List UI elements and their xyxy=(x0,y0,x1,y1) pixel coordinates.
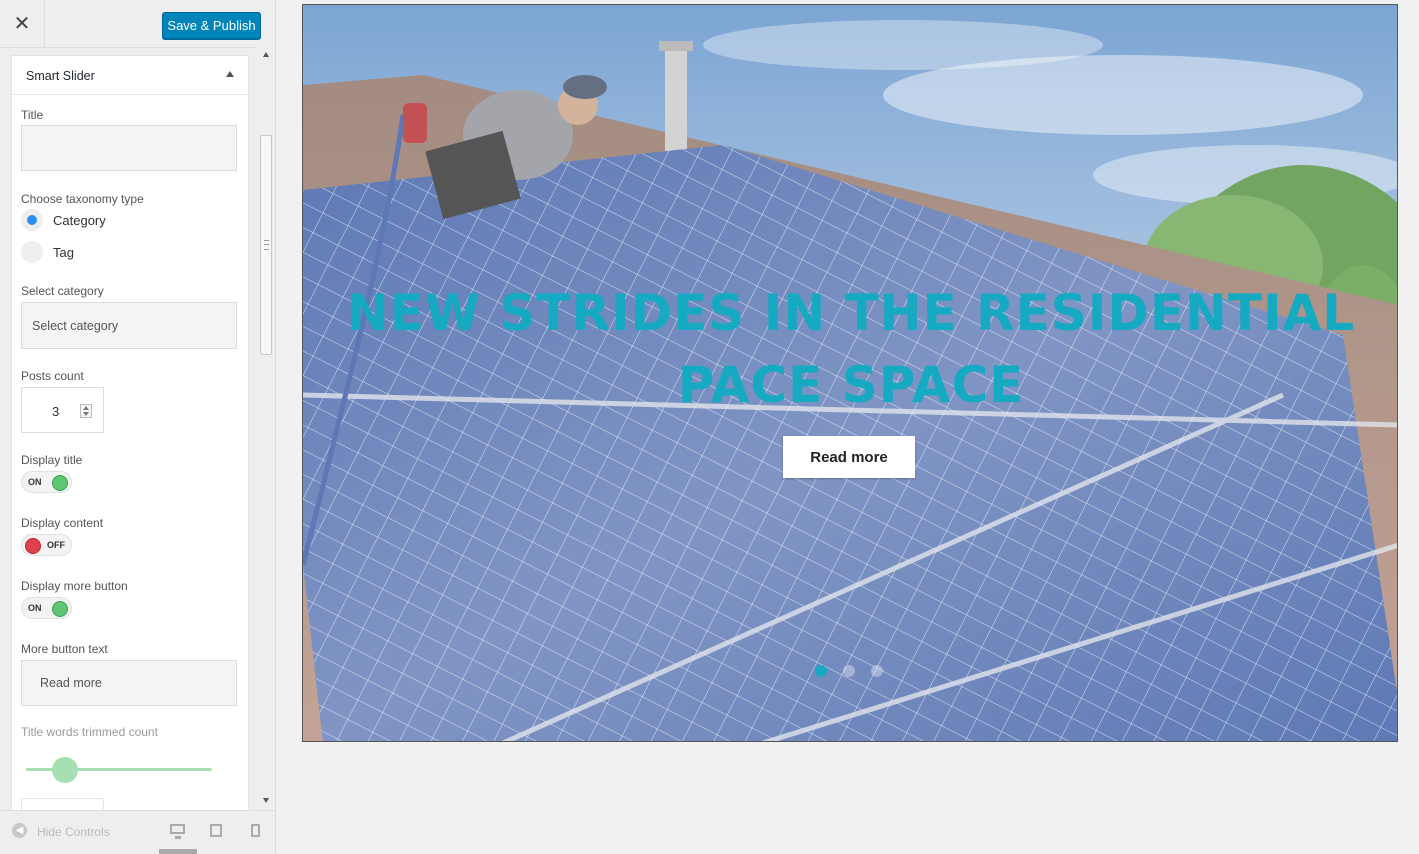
slider-dot-1[interactable] xyxy=(815,665,827,677)
radio-category[interactable] xyxy=(21,209,43,231)
collapse-up-icon[interactable] xyxy=(226,71,234,77)
hide-controls-icon[interactable]: ◀ xyxy=(12,823,27,838)
display-more-toggle[interactable]: ON xyxy=(21,597,72,619)
preview-area: NEW STRIDES IN THE RESIDENTIAL PACE SPAC… xyxy=(276,0,1419,854)
smart-slider-section: Smart Slider Title Choose taxonomy type … xyxy=(11,55,249,827)
display-content-toggle[interactable]: OFF xyxy=(21,534,72,556)
radio-tag-label: Tag xyxy=(53,245,74,260)
save-publish-button[interactable]: Save & Publish xyxy=(162,12,261,39)
radio-tag[interactable] xyxy=(21,241,43,263)
toggle-knob xyxy=(25,538,41,554)
category-select[interactable]: Select category xyxy=(21,302,237,349)
mobile-preview-icon[interactable] xyxy=(251,824,260,837)
posts-count-label: Posts count xyxy=(21,369,84,383)
panel-header: ✕ Save & Publish xyxy=(0,0,275,48)
close-icon[interactable]: ✕ xyxy=(0,0,45,47)
section-title: Smart Slider xyxy=(26,69,95,83)
scroll-down-icon[interactable] xyxy=(263,798,269,803)
panel-footer: ◀ Hide Controls xyxy=(0,810,275,854)
slider-dot-2[interactable] xyxy=(843,665,855,677)
grip-icon xyxy=(264,240,269,250)
category-select-value: Select category xyxy=(32,319,119,333)
toggle-knob xyxy=(52,475,68,491)
slider-dot-3[interactable] xyxy=(871,665,883,677)
title-field[interactable] xyxy=(21,125,237,171)
customizer-panel: ✕ Save & Publish Smart Slider Title Choo… xyxy=(0,0,276,854)
toggle-state: OFF xyxy=(47,540,65,550)
posts-count-stepper[interactable]: 3 xyxy=(21,387,104,433)
panel-scrollbar[interactable] xyxy=(257,47,275,810)
desktop-preview-icon[interactable] xyxy=(170,824,185,839)
stepper-arrows-icon[interactable] xyxy=(80,404,92,418)
taxonomy-label: Choose taxonomy type xyxy=(21,192,144,206)
toggle-state: ON xyxy=(28,603,42,613)
display-title-toggle[interactable]: ON xyxy=(21,471,72,493)
radio-category-label: Category xyxy=(53,213,106,228)
scroll-up-icon[interactable] xyxy=(263,52,269,57)
scrollbar-thumb[interactable] xyxy=(260,135,272,355)
category-label: Select category xyxy=(21,284,104,298)
smart-slider: NEW STRIDES IN THE RESIDENTIAL PACE SPAC… xyxy=(302,4,1398,742)
title-label: Title xyxy=(21,108,44,122)
more-text-label: More button text xyxy=(21,642,108,656)
slide-title: NEW STRIDES IN THE RESIDENTIAL PACE SPAC… xyxy=(346,284,1356,414)
trim-label: Title words trimmed count xyxy=(21,725,158,739)
toggle-state: ON xyxy=(28,477,42,487)
read-more-button[interactable]: Read more xyxy=(783,436,915,478)
display-title-label: Display title xyxy=(21,453,83,467)
display-content-label: Display content xyxy=(21,516,104,530)
tablet-preview-icon[interactable] xyxy=(210,824,222,837)
section-header[interactable]: Smart Slider xyxy=(12,56,248,95)
trim-slider-handle[interactable] xyxy=(52,757,78,783)
posts-count-value: 3 xyxy=(52,404,60,419)
active-device-indicator xyxy=(159,849,197,854)
toggle-knob xyxy=(52,601,68,617)
display-more-label: Display more button xyxy=(21,579,128,593)
hide-controls-label[interactable]: Hide Controls xyxy=(37,825,110,839)
more-text-field[interactable] xyxy=(21,660,237,706)
